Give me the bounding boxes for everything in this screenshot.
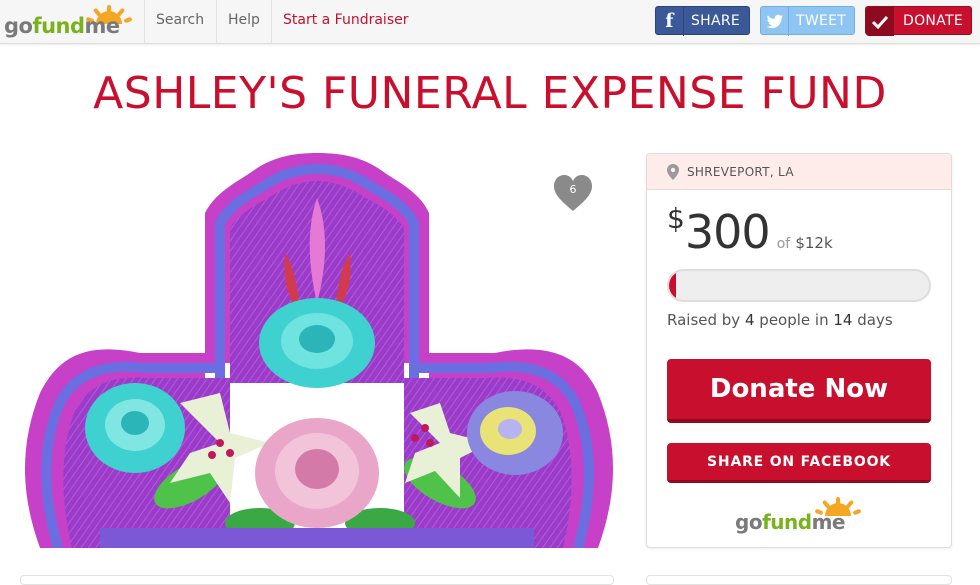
logo-wordmark: gofundme	[4, 14, 120, 38]
header-donate-button[interactable]: DONATE	[865, 6, 972, 36]
share-on-facebook-button[interactable]: SHARE ON FACEBOOK	[667, 443, 931, 483]
donor-count: 4	[744, 311, 755, 329]
tweet-button[interactable]: TWEET	[760, 6, 855, 36]
donation-stats: Raised by 4 people in 14 days	[667, 311, 893, 329]
location-bar: SHREVEPORT, LA	[647, 154, 951, 190]
logo-wordmark: gofundme	[735, 510, 845, 534]
sidebar-panel-edge	[646, 575, 952, 585]
progress-bar	[667, 269, 931, 302]
map-pin-icon	[667, 164, 679, 180]
days-count: 14	[833, 311, 853, 329]
checkmark-icon	[866, 7, 894, 36]
currency-symbol: $	[667, 202, 685, 235]
nav-start-fundraiser-link[interactable]: Start a Fundraiser	[271, 0, 409, 44]
nav-help-link[interactable]: Help	[216, 0, 270, 44]
raised-amount: $300 of $12k	[667, 202, 833, 262]
location-text: SHREVEPORT, LA	[687, 165, 794, 179]
top-navigation: gofundme Search Help Start a Fundraiser …	[0, 0, 980, 44]
of-label: of	[776, 236, 791, 252]
goal-amount: $12k	[795, 234, 833, 252]
facebook-icon: f	[656, 7, 684, 36]
facebook-share-button[interactable]: f SHARE	[655, 6, 750, 36]
donation-card: SHREVEPORT, LA $300 of $12k Raised by 4 …	[646, 153, 952, 548]
content-panel-edge	[20, 575, 614, 585]
gofundme-logo[interactable]: gofundme	[4, 4, 132, 40]
raised-value: 300	[684, 205, 771, 259]
twitter-bird-icon	[761, 7, 789, 36]
heart-count: 6	[569, 183, 577, 196]
nav-search-link[interactable]: Search	[144, 0, 216, 44]
card-gofundme-logo: gofundme	[735, 494, 865, 538]
donate-now-button[interactable]: Donate Now	[667, 359, 931, 423]
progress-fill	[669, 271, 676, 300]
campaign-image[interactable]	[20, 153, 614, 548]
campaign-title: ASHLEY'S FUNERAL EXPENSE FUND	[93, 68, 887, 119]
